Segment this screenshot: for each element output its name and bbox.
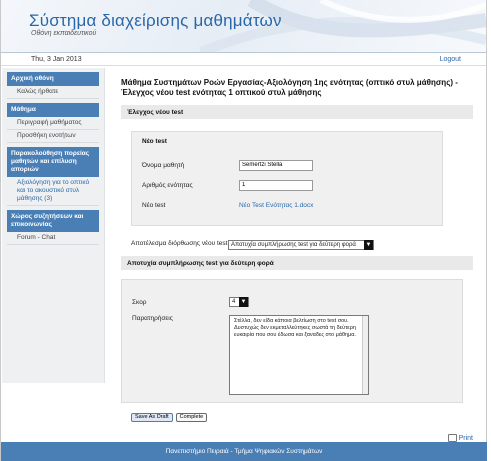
- result-select[interactable]: Αποτυχία συμπλήρωσης test για δεύτερη φο…: [228, 240, 374, 250]
- student-row: Όνομα μαθητή: [142, 155, 432, 175]
- main-content: Μάθημα Συστημάτων Ροών Εργασίας-Αξιολόγη…: [121, 78, 473, 422]
- sidebar-item-lesson-description[interactable]: Περιγραφή μαθήματος: [7, 117, 99, 130]
- sidebar-group-discussion: Χώρος συζητήσεων και επικοινωνίας Forum …: [7, 210, 99, 245]
- printer-icon: [447, 434, 457, 442]
- unit-number-field[interactable]: [239, 179, 313, 191]
- complete-button[interactable]: Complete: [175, 413, 208, 422]
- sidebar-item-evaluation[interactable]: Αξιολόγηση για το οπτικό και το ακουστικ…: [7, 177, 99, 206]
- sidebar-heading-home[interactable]: Αρχική οθόνη: [7, 72, 99, 86]
- test-row: Νέο test Νέο Test Ενότητας 1.docx: [142, 195, 432, 215]
- comments-scrollbar[interactable]: [362, 316, 368, 394]
- comments-label: Παρατηρήσεις: [132, 315, 173, 322]
- sidebar-item-forum-chat[interactable]: Forum - Chat: [7, 232, 99, 245]
- sidebar-group-lesson: Μάθημα Περιγραφή μαθήματος Προσθήκη ενοτ…: [7, 103, 99, 143]
- app-subtitle: Οθόνη εκπαιδευτικού: [31, 30, 97, 37]
- page-footer: Πανεπιστήμιο Πειραιά - Τμήμα Ψηφιακών Συ…: [1, 442, 487, 461]
- page-title: Μάθημα Συστημάτων Ροών Εργασίας-Αξιολόγη…: [121, 78, 458, 97]
- sidebar-group-tracking: Παρακολούθηση πορείας μαθητών και επίλυσ…: [7, 147, 99, 206]
- comments-textarea[interactable]: Στέλλα, δεν είδα κάποια βελτίωση στο tes…: [229, 315, 369, 395]
- result-select-value: Αποτυχία συμπλήρωσης test για δεύτερη φο…: [231, 242, 356, 248]
- test-file-link[interactable]: Νέο Test Ενότητας 1.docx: [239, 202, 313, 209]
- score-row: Σκορ 4 ▼: [132, 294, 452, 310]
- save-draft-button[interactable]: Save As Draft: [131, 413, 173, 422]
- unit-label: Αριθμός ενότητας: [142, 181, 193, 189]
- student-name-field[interactable]: [239, 159, 313, 171]
- current-date: Thu, 3 Jan 2013: [31, 56, 82, 63]
- section-heading-failure: Αποτυχία συμπλήρωσης test για δεύτερη φο…: [121, 256, 473, 270]
- print-label: Print: [458, 434, 473, 442]
- evaluation-panel: Σκορ 4 ▼ Παρατηρήσεις Στέλλα, δεν είδα κ…: [121, 279, 463, 403]
- chevron-down-icon[interactable]: ▼: [364, 240, 373, 250]
- sidebar-heading-tracking[interactable]: Παρακολούθηση πορείας μαθητών και επίλυσ…: [7, 147, 99, 177]
- print-link[interactable]: Print: [447, 434, 473, 442]
- date-bar: Thu, 3 Jan 2013 Logout: [1, 52, 486, 66]
- panel-title: Νέο test: [142, 138, 167, 145]
- sidebar-group-home: Αρχική οθόνη Καλώς ήρθατε: [7, 72, 99, 99]
- score-select[interactable]: 4 ▼: [229, 297, 249, 307]
- sidebar-heading-lesson[interactable]: Μάθημα: [7, 103, 99, 117]
- section-heading-check-test: Έλεγχος νέου test: [121, 105, 473, 119]
- sidebar-item-welcome[interactable]: Καλώς ήρθατε: [7, 86, 99, 99]
- test-label: Νέο test: [142, 201, 166, 209]
- student-label: Όνομα μαθητή: [142, 161, 185, 169]
- action-buttons: Save As Draft Complete: [131, 413, 473, 422]
- app-header: Σύστημα διαχείρισης μαθημάτων Οθόνη εκπα…: [1, 0, 486, 52]
- sidebar: Αρχική οθόνη Καλώς ήρθατε Μάθημα Περιγρα…: [2, 68, 105, 383]
- new-test-panel: Νέο test Όνομα μαθητή Αριθμός ενότητας Ν…: [131, 131, 443, 226]
- sidebar-heading-discussion[interactable]: Χώρος συζητήσεων και επικοινωνίας: [7, 210, 99, 232]
- unit-row: Αριθμός ενότητας: [142, 175, 432, 195]
- app-title: Σύστημα διαχείρισης μαθημάτων: [29, 11, 282, 30]
- comments-row: Παρατηρήσεις Στέλλα, δεν είδα κάποια βελ…: [132, 315, 452, 395]
- logout-link[interactable]: Logout: [440, 56, 461, 63]
- result-label: Αποτέλεσμα διόρθωσης νέου test: [131, 240, 228, 247]
- comments-text: Στέλλα, δεν είδα κάποια βελτίωση στο tes…: [234, 318, 356, 338]
- sidebar-item-add-units[interactable]: Προσθήκη ενοτήτων: [7, 130, 99, 143]
- score-select-value: 4: [232, 299, 236, 305]
- result-row: Αποτέλεσμα διόρθωσης νέου test Αποτυχία …: [131, 240, 473, 250]
- chevron-down-icon[interactable]: ▼: [239, 297, 248, 307]
- score-label: Σκορ: [132, 298, 147, 306]
